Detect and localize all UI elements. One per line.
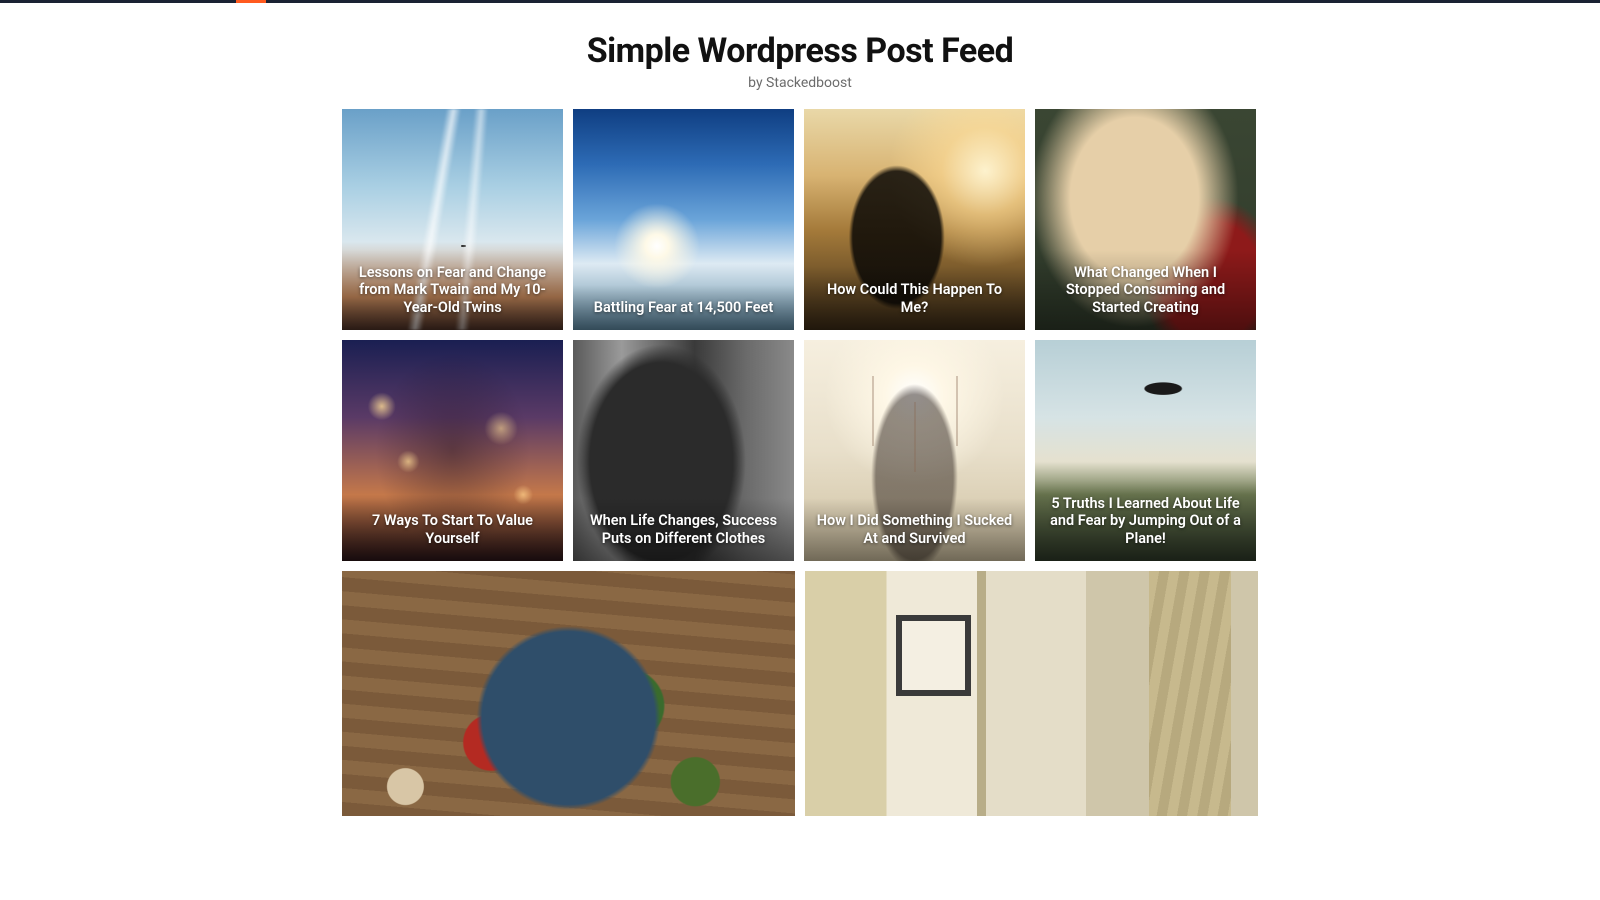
post-title: 7 Ways To Start To Value Yourself [354, 512, 551, 547]
post-grid-wide [342, 571, 1258, 816]
top-bar [0, 0, 1600, 3]
post-overlay: What Changed When I Stopped Consuming an… [1035, 250, 1256, 330]
post-card[interactable]: How Could This Happen To Me? [804, 109, 1025, 330]
post-card[interactable]: 5 Truths I Learned About Life and Fear b… [1035, 340, 1256, 561]
post-overlay: When Life Changes, Success Puts on Diffe… [573, 498, 794, 561]
top-bar-accent [236, 0, 266, 3]
page-header: Simple Wordpress Post Feed by Stackedboo… [0, 3, 1600, 109]
post-title: Battling Fear at 14,500 Feet [585, 299, 782, 316]
post-overlay: 7 Ways To Start To Value Yourself [342, 498, 563, 561]
post-card[interactable]: 7 Ways To Start To Value Yourself [342, 340, 563, 561]
post-title: When Life Changes, Success Puts on Diffe… [585, 512, 782, 547]
post-title: How Could This Happen To Me? [816, 281, 1013, 316]
post-overlay: Battling Fear at 14,500 Feet [573, 285, 794, 330]
post-image [342, 571, 795, 816]
post-title: What Changed When I Stopped Consuming an… [1047, 264, 1244, 316]
post-card[interactable]: When Life Changes, Success Puts on Diffe… [573, 340, 794, 561]
post-card[interactable]: Battling Fear at 14,500 Feet [573, 109, 794, 330]
post-card[interactable]: What Changed When I Stopped Consuming an… [1035, 109, 1256, 330]
post-image [805, 571, 1258, 816]
post-title: How I Did Something I Sucked At and Surv… [816, 512, 1013, 547]
post-title: Lessons on Fear and Change from Mark Twa… [354, 264, 551, 316]
post-card-wide[interactable] [805, 571, 1258, 816]
post-title: 5 Truths I Learned About Life and Fear b… [1047, 495, 1244, 547]
post-grid: Lessons on Fear and Change from Mark Twa… [342, 109, 1258, 561]
post-overlay: 5 Truths I Learned About Life and Fear b… [1035, 481, 1256, 561]
post-feed: Lessons on Fear and Change from Mark Twa… [342, 109, 1258, 816]
page-title: Simple Wordpress Post Feed [0, 31, 1600, 71]
post-card[interactable]: Lessons on Fear and Change from Mark Twa… [342, 109, 563, 330]
post-overlay: How Could This Happen To Me? [804, 267, 1025, 330]
post-card[interactable]: How I Did Something I Sucked At and Surv… [804, 340, 1025, 561]
post-overlay: How I Did Something I Sucked At and Surv… [804, 498, 1025, 561]
page-byline: by Stackedboost [0, 75, 1600, 91]
post-overlay: Lessons on Fear and Change from Mark Twa… [342, 250, 563, 330]
post-card-wide[interactable] [342, 571, 795, 816]
